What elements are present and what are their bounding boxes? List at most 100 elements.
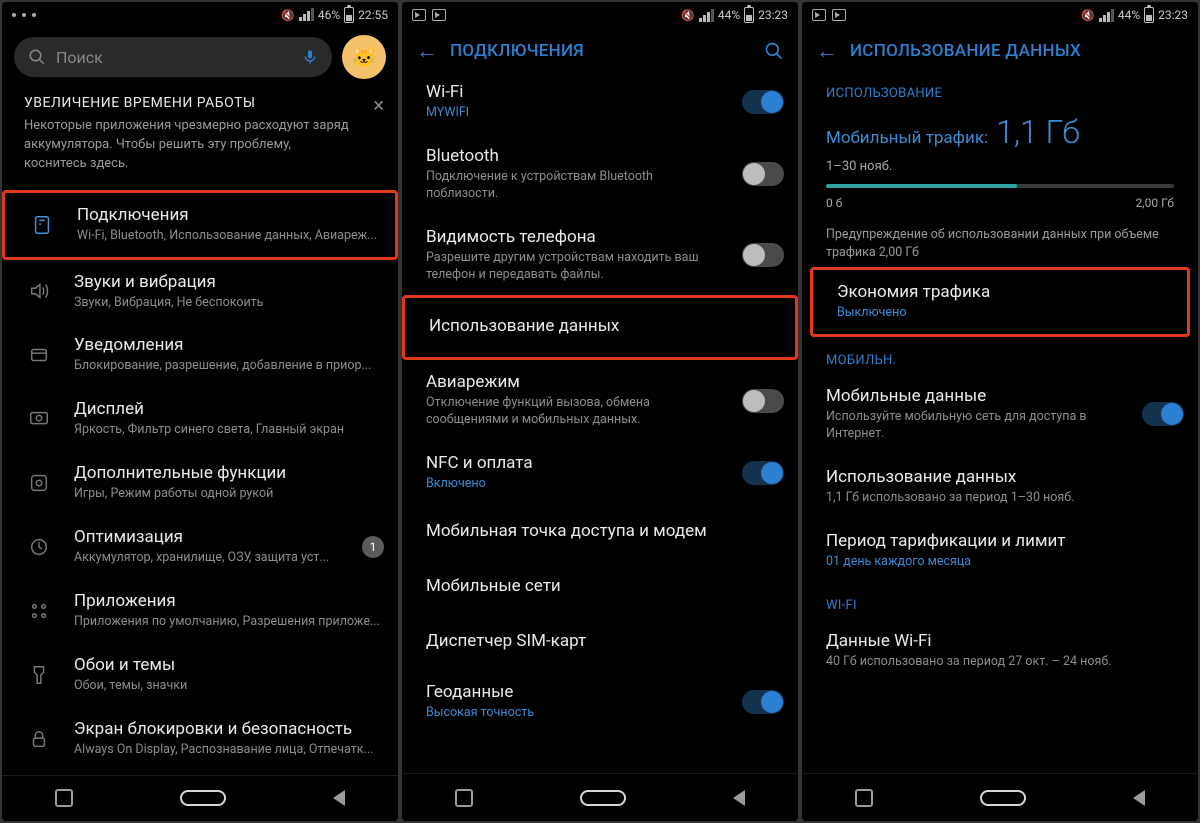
screenshot-icon xyxy=(412,9,426,21)
banner-body: Некоторые приложения чрезмерно расходуют… xyxy=(24,117,350,174)
apps-icon xyxy=(22,600,56,622)
usage-bar-max: 2,00 Гб xyxy=(1136,196,1175,210)
wifi-data-usage[interactable]: Данные Wi-Fi 40 Гб использовано за перио… xyxy=(802,619,1198,683)
mic-icon[interactable] xyxy=(302,48,318,66)
battery-icon xyxy=(744,7,754,23)
page-header: ← ПОДКЛЮЧЕНИЯ xyxy=(402,28,798,70)
settings-item-apps[interactable]: Приложения Приложения по умолчанию, Разр… xyxy=(2,579,398,643)
connections-mobile-networks[interactable]: Мобильные сети xyxy=(402,560,798,615)
clock: 23:23 xyxy=(758,8,788,22)
bluetooth-toggle[interactable] xyxy=(742,162,784,186)
mobile-data-toggle[interactable] xyxy=(1142,402,1184,426)
nav-bar xyxy=(2,775,398,821)
settings-item-notifications[interactable]: Уведомления Блокирование, разрешение, до… xyxy=(2,323,398,387)
back-icon[interactable]: ← xyxy=(816,38,838,64)
nav-home[interactable] xyxy=(580,790,626,806)
section-wifi: WI-FI xyxy=(802,582,1198,619)
usage-bar xyxy=(826,184,1174,188)
page-title: ПОДКЛЮЧЕНИЯ xyxy=(450,41,584,61)
usage-warning: Предупреждение об использовании данных п… xyxy=(802,212,1198,267)
nav-recent[interactable] xyxy=(855,789,873,807)
mobile-data-usage[interactable]: Использование данных 1,1 Гб использовано… xyxy=(802,455,1198,519)
search-icon[interactable] xyxy=(764,41,784,61)
settings-item-advanced[interactable]: Дополнительные функции Игры, Режим работ… xyxy=(2,451,398,515)
mobile-data[interactable]: Мобильные данные Используйте мобильную с… xyxy=(802,374,1198,455)
signal-icon xyxy=(699,9,714,22)
status-bar: 44% 23:23 xyxy=(402,2,798,28)
signal-icon xyxy=(299,8,314,21)
usage-value: 1,1 Гб xyxy=(996,113,1080,151)
mute-icon xyxy=(681,8,695,22)
battery-percent: 44% xyxy=(1118,8,1140,22)
connections-airplane[interactable]: Авиарежим Отключение функций вызова, обм… xyxy=(402,360,798,441)
nav-back[interactable] xyxy=(733,790,745,806)
connections-hotspot[interactable]: Мобильная точка доступа и модем xyxy=(402,505,798,560)
status-bar: 46% 22:55 xyxy=(2,2,398,27)
connections-visibility[interactable]: Видимость телефона Разрешите другим устр… xyxy=(402,215,798,296)
settings-item-display[interactable]: Дисплей Яркость, Фильтр синего света, Гл… xyxy=(2,387,398,451)
nav-bar xyxy=(802,773,1198,821)
screenshot-icon xyxy=(432,9,446,21)
settings-item-themes[interactable]: Обои и темы Обои, темы, значки xyxy=(2,643,398,707)
avatar[interactable]: 🐱 xyxy=(342,35,386,79)
section-usage: ИСПОЛЬЗОВАНИЕ xyxy=(802,70,1198,107)
screenshot-icon xyxy=(812,9,826,21)
connections-icon xyxy=(25,214,59,236)
location-toggle[interactable] xyxy=(742,690,784,714)
status-bar: 44% 23:23 xyxy=(802,2,1198,28)
back-icon[interactable]: ← xyxy=(416,38,438,64)
battery-icon xyxy=(1144,7,1154,23)
visibility-toggle[interactable] xyxy=(742,243,784,267)
nav-recent[interactable] xyxy=(455,789,473,807)
battery-percent: 44% xyxy=(718,8,740,22)
banner-title: УВЕЛИЧЕНИЕ ВРЕМЕНИ РАБОТЫ xyxy=(24,95,350,111)
maintenance-icon xyxy=(22,536,56,558)
settings-item-sounds[interactable]: Звуки и вибрация Звуки, Вибрация, Не бес… xyxy=(2,260,398,324)
search-icon xyxy=(28,48,46,66)
connections-wifi[interactable]: Wi-Fi MYWIFI xyxy=(402,70,798,134)
battery-tip-banner[interactable]: УВЕЛИЧЕНИЕ ВРЕМЕНИ РАБОТЫ Некоторые прил… xyxy=(2,83,398,190)
mute-icon xyxy=(1081,8,1095,22)
nfc-toggle[interactable] xyxy=(742,461,784,485)
connections-nfc[interactable]: NFC и оплата Включено xyxy=(402,441,798,505)
themes-icon xyxy=(22,664,56,686)
signal-icon xyxy=(1099,9,1114,22)
billing-cycle[interactable]: Период тарификации и лимит 01 день каждо… xyxy=(802,519,1198,583)
connections-bluetooth[interactable]: Bluetooth Подключение к устройствам Blue… xyxy=(402,134,798,215)
usage-label: Мобильный трафик: xyxy=(826,128,988,148)
phone-settings-main: 46% 22:55 Поиск 🐱 УВЕЛИЧЕНИЕ ВРЕМЕНИ РАБ… xyxy=(2,2,398,821)
page-title: ИСПОЛЬЗОВАНИЕ ДАННЫХ xyxy=(850,41,1081,61)
nav-home[interactable] xyxy=(980,790,1026,806)
airplane-toggle[interactable] xyxy=(742,389,784,413)
nav-recent[interactable] xyxy=(55,789,73,807)
settings-item-maintenance[interactable]: Оптимизация Аккумулятор, хранилище, ОЗУ,… xyxy=(2,515,398,579)
screenshot-icon xyxy=(832,9,846,21)
nav-home[interactable] xyxy=(180,790,226,806)
page-header: ← ИСПОЛЬЗОВАНИЕ ДАННЫХ xyxy=(802,28,1198,70)
notifications-icon xyxy=(22,344,56,366)
nav-back[interactable] xyxy=(333,790,345,806)
phone-data-usage: 44% 23:23 ← ИСПОЛЬЗОВАНИЕ ДАННЫХ ИСПОЛЬЗ… xyxy=(802,2,1198,821)
settings-item-lockscreen[interactable]: Экран блокировки и безопасность Always O… xyxy=(2,707,398,771)
usage-period: 1–30 нояб. xyxy=(826,159,1174,174)
clock: 22:55 xyxy=(358,8,388,22)
nav-back[interactable] xyxy=(1133,790,1145,806)
phone-connections: 44% 23:23 ← ПОДКЛЮЧЕНИЯ Wi-Fi MYWIFI Blu… xyxy=(402,2,798,821)
usage-bar-min: 0 б xyxy=(826,196,842,210)
search-input[interactable]: Поиск xyxy=(14,37,332,77)
mute-icon xyxy=(281,8,295,22)
close-icon[interactable]: × xyxy=(373,93,384,117)
search-placeholder: Поиск xyxy=(56,48,103,67)
battery-percent: 46% xyxy=(318,8,340,22)
connections-sim[interactable]: Диспетчер SIM-карт xyxy=(402,615,798,670)
usage-summary[interactable]: Мобильный трафик: 1,1 Гб 1–30 нояб. 0 б … xyxy=(802,107,1198,212)
data-saver[interactable]: Экономия трафика Выключено xyxy=(810,267,1190,337)
connections-data-usage[interactable]: Использование данных xyxy=(402,295,798,360)
settings-item-connections[interactable]: Подключения Wi-Fi, Bluetooth, Использова… xyxy=(2,190,398,260)
section-mobile: МОБИЛЬН. xyxy=(802,337,1198,374)
wifi-toggle[interactable] xyxy=(742,90,784,114)
clock: 23:23 xyxy=(1158,8,1188,22)
connections-location[interactable]: Геоданные Высокая точность xyxy=(402,670,798,734)
lock-icon xyxy=(22,728,56,750)
display-icon xyxy=(22,408,56,430)
